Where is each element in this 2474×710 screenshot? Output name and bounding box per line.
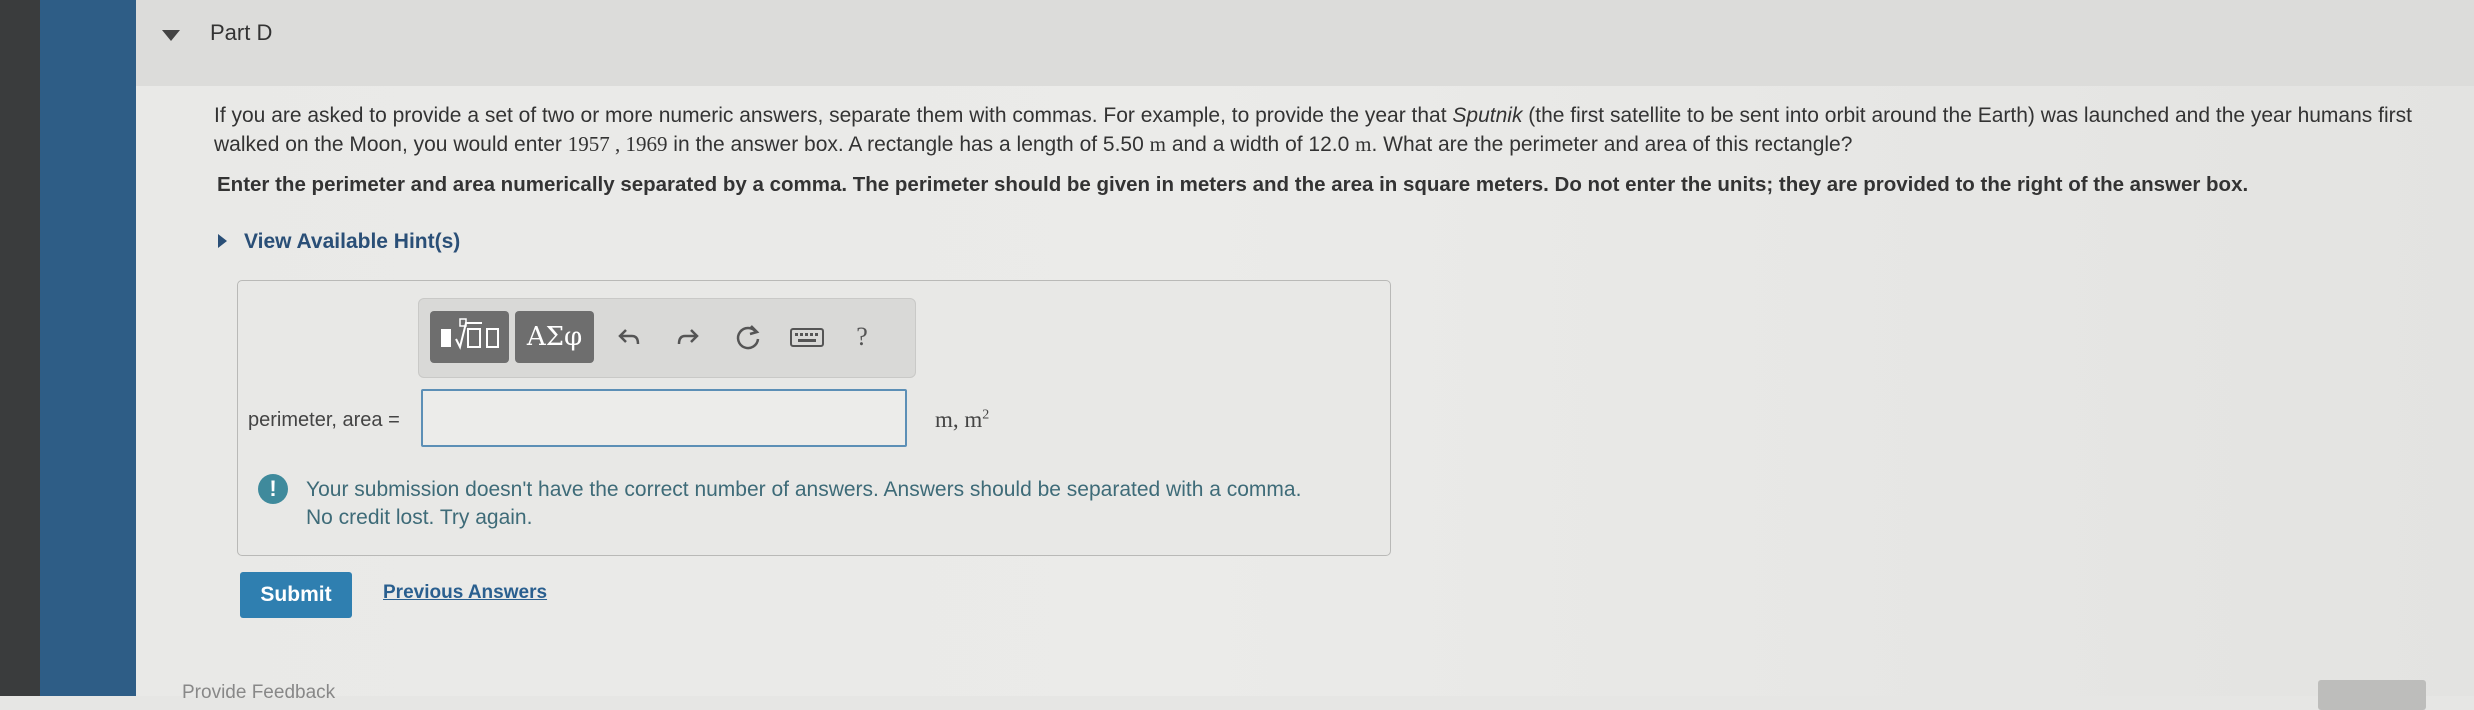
- answer-input[interactable]: [421, 389, 907, 447]
- undo-icon[interactable]: [611, 319, 647, 355]
- question-text: If you are asked to provide a set of two…: [214, 104, 2412, 156]
- feedback-message: Your submission doesn't have the correct…: [306, 478, 1302, 529]
- sputnik-italic: Sputnik: [1452, 104, 1523, 127]
- submit-button[interactable]: Submit: [240, 572, 352, 618]
- window-edge: [0, 0, 40, 696]
- math-toolbar: ΑΣφ ?: [418, 298, 916, 378]
- answer-panel: ΑΣφ ? perimeter, area = m, m2 ! Your sub…: [237, 280, 1391, 556]
- left-sidebar: [40, 0, 136, 696]
- answer-label: perimeter, area =: [248, 409, 400, 431]
- answer-units: m, m2: [935, 407, 990, 432]
- help-button[interactable]: ?: [844, 319, 880, 355]
- next-button[interactable]: [2318, 680, 2426, 710]
- view-hints-link[interactable]: View Available Hint(s): [244, 230, 460, 254]
- keyboard-icon[interactable]: [789, 319, 825, 355]
- answer-instruction: Enter the perimeter and area numerically…: [217, 173, 2249, 196]
- collapse-caret-icon[interactable]: [162, 30, 180, 41]
- part-header: [136, 0, 2474, 86]
- reset-icon[interactable]: [730, 319, 766, 355]
- alert-icon: !: [258, 474, 288, 504]
- templates-button[interactable]: [430, 311, 509, 363]
- redo-icon[interactable]: [670, 319, 706, 355]
- part-title[interactable]: Part D: [210, 20, 272, 46]
- example-answer: 1957 , 1969: [567, 132, 668, 156]
- templates-icon: [440, 318, 499, 350]
- previous-answers-link[interactable]: Previous Answers: [383, 582, 547, 604]
- hint-expand-icon[interactable]: [218, 234, 227, 248]
- provide-feedback-link[interactable]: Provide Feedback: [182, 682, 335, 704]
- symbols-button[interactable]: ΑΣφ: [515, 311, 594, 363]
